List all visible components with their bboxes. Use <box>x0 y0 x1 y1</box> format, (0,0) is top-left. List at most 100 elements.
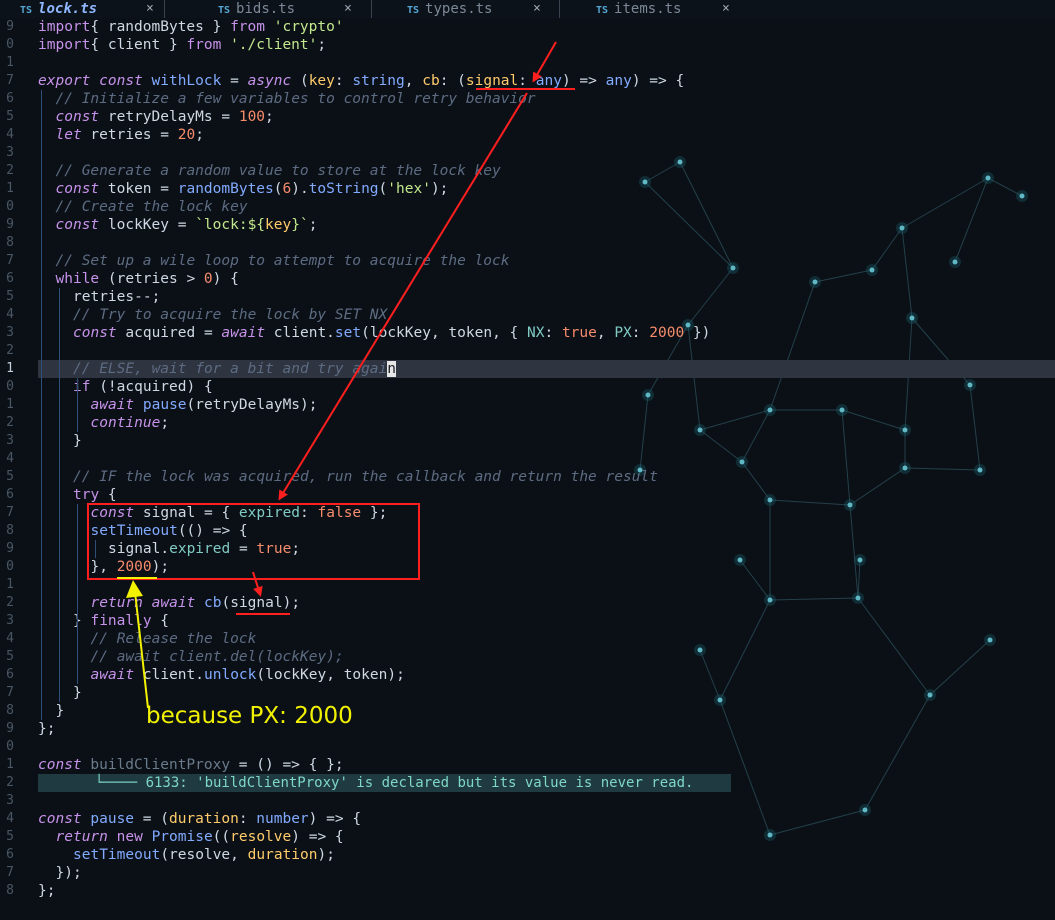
close-icon[interactable]: × <box>146 0 154 18</box>
code-token: Promise <box>151 829 213 845</box>
code-line[interactable]: 1 const buildClientProxy = () => { }; <box>0 756 1055 774</box>
code-token: }; <box>38 883 56 899</box>
code-line[interactable]: 7} <box>0 684 1055 702</box>
code-line[interactable]: 0 import{ client } from './client'; <box>0 36 1055 54</box>
code-editor[interactable]: 9 import{ randomBytes } from 'crypto' 0 imp… <box>0 18 1055 920</box>
code-line[interactable]: 5 // IF the lock was acquired, run the ca… <box>0 468 1055 486</box>
code-line[interactable]: 3 const acquired = await client.set(lockK… <box>0 324 1055 342</box>
line-number: 1 <box>6 577 14 592</box>
line-number: 3 <box>6 613 14 628</box>
code-line[interactable]: 7 const signal = { expired: false }; <box>0 504 1055 522</box>
tab-types-ts[interactable]: TS types.ts × <box>407 0 541 18</box>
close-icon[interactable]: × <box>344 0 352 18</box>
line-number: 0 <box>6 739 14 754</box>
tab-lock-ts[interactable]: TS lock.ts × <box>20 0 154 18</box>
code-token: } <box>73 613 91 629</box>
code-line[interactable]: 5 retries--; <box>0 288 1055 306</box>
code-line[interactable]: 6 while (retries > 0) { <box>0 270 1055 288</box>
code-token: cb <box>422 73 440 89</box>
close-icon[interactable]: × <box>533 0 541 18</box>
code-token: const <box>90 505 135 521</box>
tab-label: items.ts <box>614 1 682 17</box>
code-token: PX <box>614 325 632 341</box>
line-number: 1 <box>6 757 14 772</box>
code-line[interactable]: 3} finally { <box>0 612 1055 630</box>
code-line[interactable]: 4 let retries = 20; <box>0 126 1055 144</box>
code-line[interactable]: 8}; <box>0 882 1055 900</box>
code-line[interactable]: 1 const token = randomBytes(6).toString('… <box>0 180 1055 198</box>
code-token: = () => { }; <box>230 757 344 773</box>
code-text: }); <box>56 864 82 882</box>
code-line[interactable]: 5 // await client.del(lockKey); <box>0 648 1055 666</box>
code-text: }; <box>38 720 55 738</box>
code-line[interactable]: 2 return await cb(signal); <box>0 594 1055 612</box>
code-line[interactable]: 7}); <box>0 864 1055 882</box>
code-line[interactable]: 2 <box>0 342 1055 360</box>
code-token: n <box>387 361 397 377</box>
line-number: 7 <box>6 253 14 268</box>
code-line[interactable]: 3} <box>0 432 1055 450</box>
code-text: import{ randomBytes } from 'crypto' <box>38 18 344 36</box>
tab-bids-ts[interactable]: TS bids.ts × <box>218 0 352 18</box>
code-line[interactable]: 8 <box>0 234 1055 252</box>
code-line[interactable]: 7 export const withLock = async (key: str… <box>0 72 1055 90</box>
code-line[interactable]: 1 <box>0 576 1055 594</box>
code-line[interactable]: 0 if (!acquired) { <box>0 378 1055 396</box>
code-line[interactable]: 4 // Try to acquire the lock by SET NX <box>0 306 1055 324</box>
code-token: await <box>90 397 135 413</box>
line-number: 9 <box>6 19 14 34</box>
code-line[interactable]: 9 import{ randomBytes } from 'crypto' <box>0 18 1055 36</box>
code-line[interactable]: 4 // Release the lock <box>0 630 1055 648</box>
code-token: setTimeout <box>90 523 178 539</box>
code-token: let <box>55 127 82 143</box>
code-line[interactable]: 0 <box>0 738 1055 756</box>
close-icon[interactable]: × <box>722 0 730 18</box>
indent-guide <box>77 378 78 432</box>
code-token: randomBytes <box>177 181 274 197</box>
code-token: expired <box>238 505 301 521</box>
code-token: async <box>247 73 292 89</box>
line-number: 5 <box>6 649 14 664</box>
code-token: , <box>404 73 423 89</box>
diagnostic-connector: └──── <box>95 775 146 791</box>
code-text: await client.unlock(lockKey, token); <box>91 666 405 684</box>
code-line[interactable]: 2 continue; <box>0 414 1055 432</box>
tab-label: lock.ts <box>38 1 98 17</box>
tab-items-ts[interactable]: TS items.ts × <box>596 0 730 18</box>
code-line[interactable]: 6 // Initialize a few variables to contro… <box>0 90 1055 108</box>
code-line[interactable]: 4 <box>0 450 1055 468</box>
code-line[interactable]: 0}, 2000); <box>0 558 1055 576</box>
line-number: 1 <box>6 397 14 412</box>
code-line[interactable]: 8 setTimeout(() => { <box>0 522 1055 540</box>
code-line[interactable]: 7 // Set up a wile loop to attempt to acq… <box>0 252 1055 270</box>
code-line[interactable]: 1 // ELSE, wait for a bit and try again <box>0 360 1055 378</box>
code-line[interactable]: 4 const pause = (duration: number) => { <box>0 810 1055 828</box>
code-line[interactable]: 9 const lockKey = `lock:${key}`; <box>0 216 1055 234</box>
code-line[interactable]: 6 try { <box>0 486 1055 504</box>
code-line[interactable]: 0 // Create the lock key <box>0 198 1055 216</box>
code-line[interactable]: 1 <box>0 54 1055 72</box>
line-number: 1 <box>6 361 14 376</box>
code-line[interactable]: 2 └──── 6133: 'buildClientProxy' is decla… <box>0 774 1055 792</box>
code-line[interactable]: 9 signal.expired = true; <box>0 540 1055 558</box>
code-token: ) => <box>561 73 606 89</box>
code-line[interactable]: 1 await pause(retryDelayMs); <box>0 396 1055 414</box>
code-text: continue; <box>91 414 170 432</box>
code-token: (( <box>212 829 231 845</box>
code-token: (retryDelayMs); <box>186 397 318 413</box>
code-line[interactable]: 6 setTimeout(resolve, duration); <box>0 846 1055 864</box>
code-token: ) => { <box>291 829 344 845</box>
code-token: signal. <box>108 541 170 557</box>
code-line[interactable]: 2 // Generate a random value to store at … <box>0 162 1055 180</box>
code-text: export const withLock = async (key: stri… <box>38 72 684 90</box>
code-line[interactable]: 6 await client.unlock(lockKey, token); <box>0 666 1055 684</box>
code-text: // Initialize a few variables to control… <box>56 90 536 108</box>
code-line[interactable]: 5 return new Promise((resolve) => { <box>0 828 1055 846</box>
code-text: setTimeout(() => { <box>91 522 248 540</box>
code-line[interactable]: 3 <box>0 144 1055 162</box>
code-line[interactable]: 3 <box>0 792 1055 810</box>
line-number: 0 <box>6 37 14 52</box>
code-line[interactable]: 5 const retryDelayMs = 100; <box>0 108 1055 126</box>
code-token: any <box>535 73 562 89</box>
